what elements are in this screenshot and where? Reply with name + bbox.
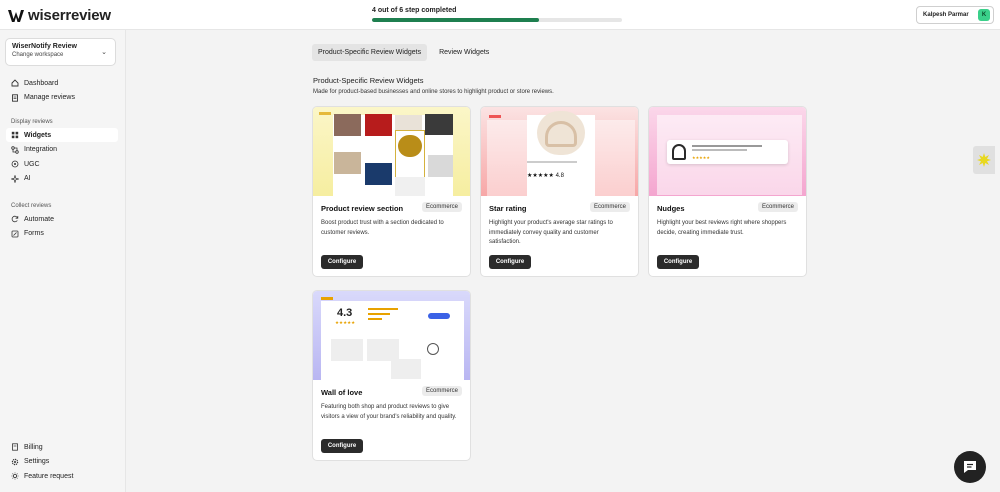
user-menu[interactable]: Kalpesh Parmar K: [916, 6, 994, 24]
chevron-down-icon: ⌄: [101, 49, 107, 56]
category-badge: Ecommerce: [757, 202, 798, 212]
configure-button[interactable]: Configure: [321, 439, 363, 453]
card-body: Star rating Ecommerce Highlight your pro…: [481, 196, 638, 256]
floating-review-widget-tab[interactable]: [973, 146, 995, 174]
preview-product-review-section: [313, 107, 470, 196]
sidebar-item-integration[interactable]: Integration: [6, 143, 118, 157]
progress-fill: [372, 18, 539, 22]
integration-icon: [11, 145, 19, 154]
widget-tabs: Product-Specific Review Widgets Review W…: [312, 44, 495, 61]
onboarding-progress[interactable]: 4 out of 6 step completed: [372, 7, 622, 22]
widget-card-star-rating[interactable]: ★★★★★ 4.8 Star rating Ecommerce Highligh…: [480, 106, 639, 277]
preview-rating-value: 4.3: [337, 307, 353, 319]
grid-icon: [11, 131, 19, 139]
sidebar-item-label: Settings: [24, 458, 50, 466]
preview-star-rating: ★★★★★ 4.8: [481, 107, 638, 196]
bulb-icon: [11, 472, 19, 480]
section-title: Product-Specific Review Widgets: [313, 76, 424, 85]
tab-product-specific[interactable]: Product-Specific Review Widgets: [312, 44, 428, 61]
card-body: Wall of love Ecommerce Featuring both sh…: [313, 380, 470, 430]
progress-track: [372, 18, 622, 22]
nav-top: Dashboard Manage reviews: [6, 76, 118, 105]
configure-button[interactable]: Configure: [321, 255, 363, 269]
sidebar-item-label: Forms: [24, 230, 44, 238]
app-logo[interactable]: wiserreview: [8, 7, 111, 24]
preview-wall-of-love: 4.3 ★★★★★: [313, 291, 470, 380]
sidebar-item-label: Feature request: [24, 472, 74, 480]
category-badge: Ecommerce: [421, 386, 462, 396]
top-bar: wiserreview 4 out of 6 step completed Ka…: [0, 0, 1000, 30]
avatar: K: [978, 9, 990, 21]
workspace-action: Change workspace: [12, 52, 64, 58]
card-body: Nudges Ecommerce Highlight your best rev…: [649, 196, 806, 246]
chat-support-button[interactable]: [954, 451, 986, 483]
preview-stars: ★★★★★: [335, 320, 356, 325]
progress-label: 4 out of 6 step completed: [372, 7, 457, 14]
preview-stars: ★★★★★ 4.8: [527, 173, 564, 179]
chat-icon: [964, 461, 976, 473]
ugc-icon: [11, 160, 19, 168]
logo-mark-icon: [8, 9, 24, 22]
sidebar-item-billing[interactable]: Billing: [6, 440, 118, 454]
sidebar-item-settings[interactable]: Settings: [6, 455, 118, 469]
gear-icon: [11, 458, 19, 466]
workspace-name: WiserNotify Review: [12, 43, 77, 50]
sidebar-item-manage-reviews[interactable]: Manage reviews: [6, 91, 118, 105]
workspace-switcher[interactable]: WiserNotify Review Change workspace ⌄: [5, 38, 116, 66]
form-icon: [11, 230, 19, 238]
nav-bottom: Billing Settings Feature request: [6, 440, 118, 484]
starburst-icon: [977, 153, 991, 167]
section-label-display: Display reviews: [11, 119, 53, 125]
sidebar-item-label: Dashboard: [24, 79, 59, 87]
configure-button[interactable]: Configure: [489, 255, 531, 269]
sparkle-icon: [11, 174, 19, 183]
card-description: Featuring both shop and product reviews …: [321, 404, 457, 420]
category-badge: Ecommerce: [421, 202, 462, 212]
sidebar-item-widgets[interactable]: Widgets: [6, 128, 118, 142]
preview-nudges: ★★★★★: [649, 107, 806, 196]
card-description: Highlight your product's average star ra…: [489, 220, 613, 246]
card-description: Boost product trust with a section dedic…: [321, 220, 444, 236]
refresh-icon: [11, 215, 19, 223]
logo-text: wiserreview: [28, 7, 111, 24]
nav-display: Display reviews Widgets Integration UGC …: [6, 116, 118, 186]
document-icon: [11, 93, 19, 102]
sidebar-item-label: UGC: [24, 160, 40, 168]
section-label-collect: Collect reviews: [11, 203, 52, 209]
user-name: Kalpesh Parmar: [923, 12, 969, 18]
configure-button[interactable]: Configure: [657, 255, 699, 269]
sidebar-item-ugc[interactable]: UGC: [6, 157, 118, 171]
card-body: Product review section Ecommerce Boost p…: [313, 196, 470, 246]
home-icon: [11, 79, 19, 87]
sidebar-item-label: AI: [24, 175, 31, 183]
sidebar-item-label: Automate: [24, 215, 54, 223]
category-badge: Ecommerce: [589, 202, 630, 212]
card-description: Highlight your best reviews right where …: [657, 220, 787, 236]
nav-collect: Collect reviews Automate Forms: [6, 200, 118, 241]
widget-card-product-review-section[interactable]: Product review section Ecommerce Boost p…: [312, 106, 471, 277]
preview-stars: ★★★★★: [692, 155, 710, 160]
sidebar-item-label: Integration: [24, 146, 58, 154]
section-description: Made for product-based businesses and on…: [313, 89, 554, 95]
preview-rating-value: 4.8: [555, 173, 564, 179]
tab-review-widgets[interactable]: Review Widgets: [433, 44, 495, 61]
sidebar-item-label: Manage reviews: [24, 94, 75, 102]
sidebar-item-automate[interactable]: Automate: [6, 212, 118, 226]
sidebar-item-label: Billing: [24, 443, 43, 451]
billing-icon: [11, 443, 19, 451]
widget-card-wall-of-love[interactable]: 4.3 ★★★★★ Wall of love Ecommerce Featuri…: [312, 290, 471, 461]
sidebar-item-dashboard[interactable]: Dashboard: [6, 76, 118, 90]
sidebar: WiserNotify Review Change workspace ⌄ Da…: [0, 30, 126, 492]
sidebar-item-forms[interactable]: Forms: [6, 227, 118, 241]
sidebar-item-feature-request[interactable]: Feature request: [6, 469, 118, 483]
sidebar-item-label: Widgets: [24, 131, 52, 139]
widget-card-nudges[interactable]: ★★★★★ Nudges Ecommerce Highlight your be…: [648, 106, 807, 277]
sidebar-item-ai[interactable]: AI: [6, 172, 118, 186]
